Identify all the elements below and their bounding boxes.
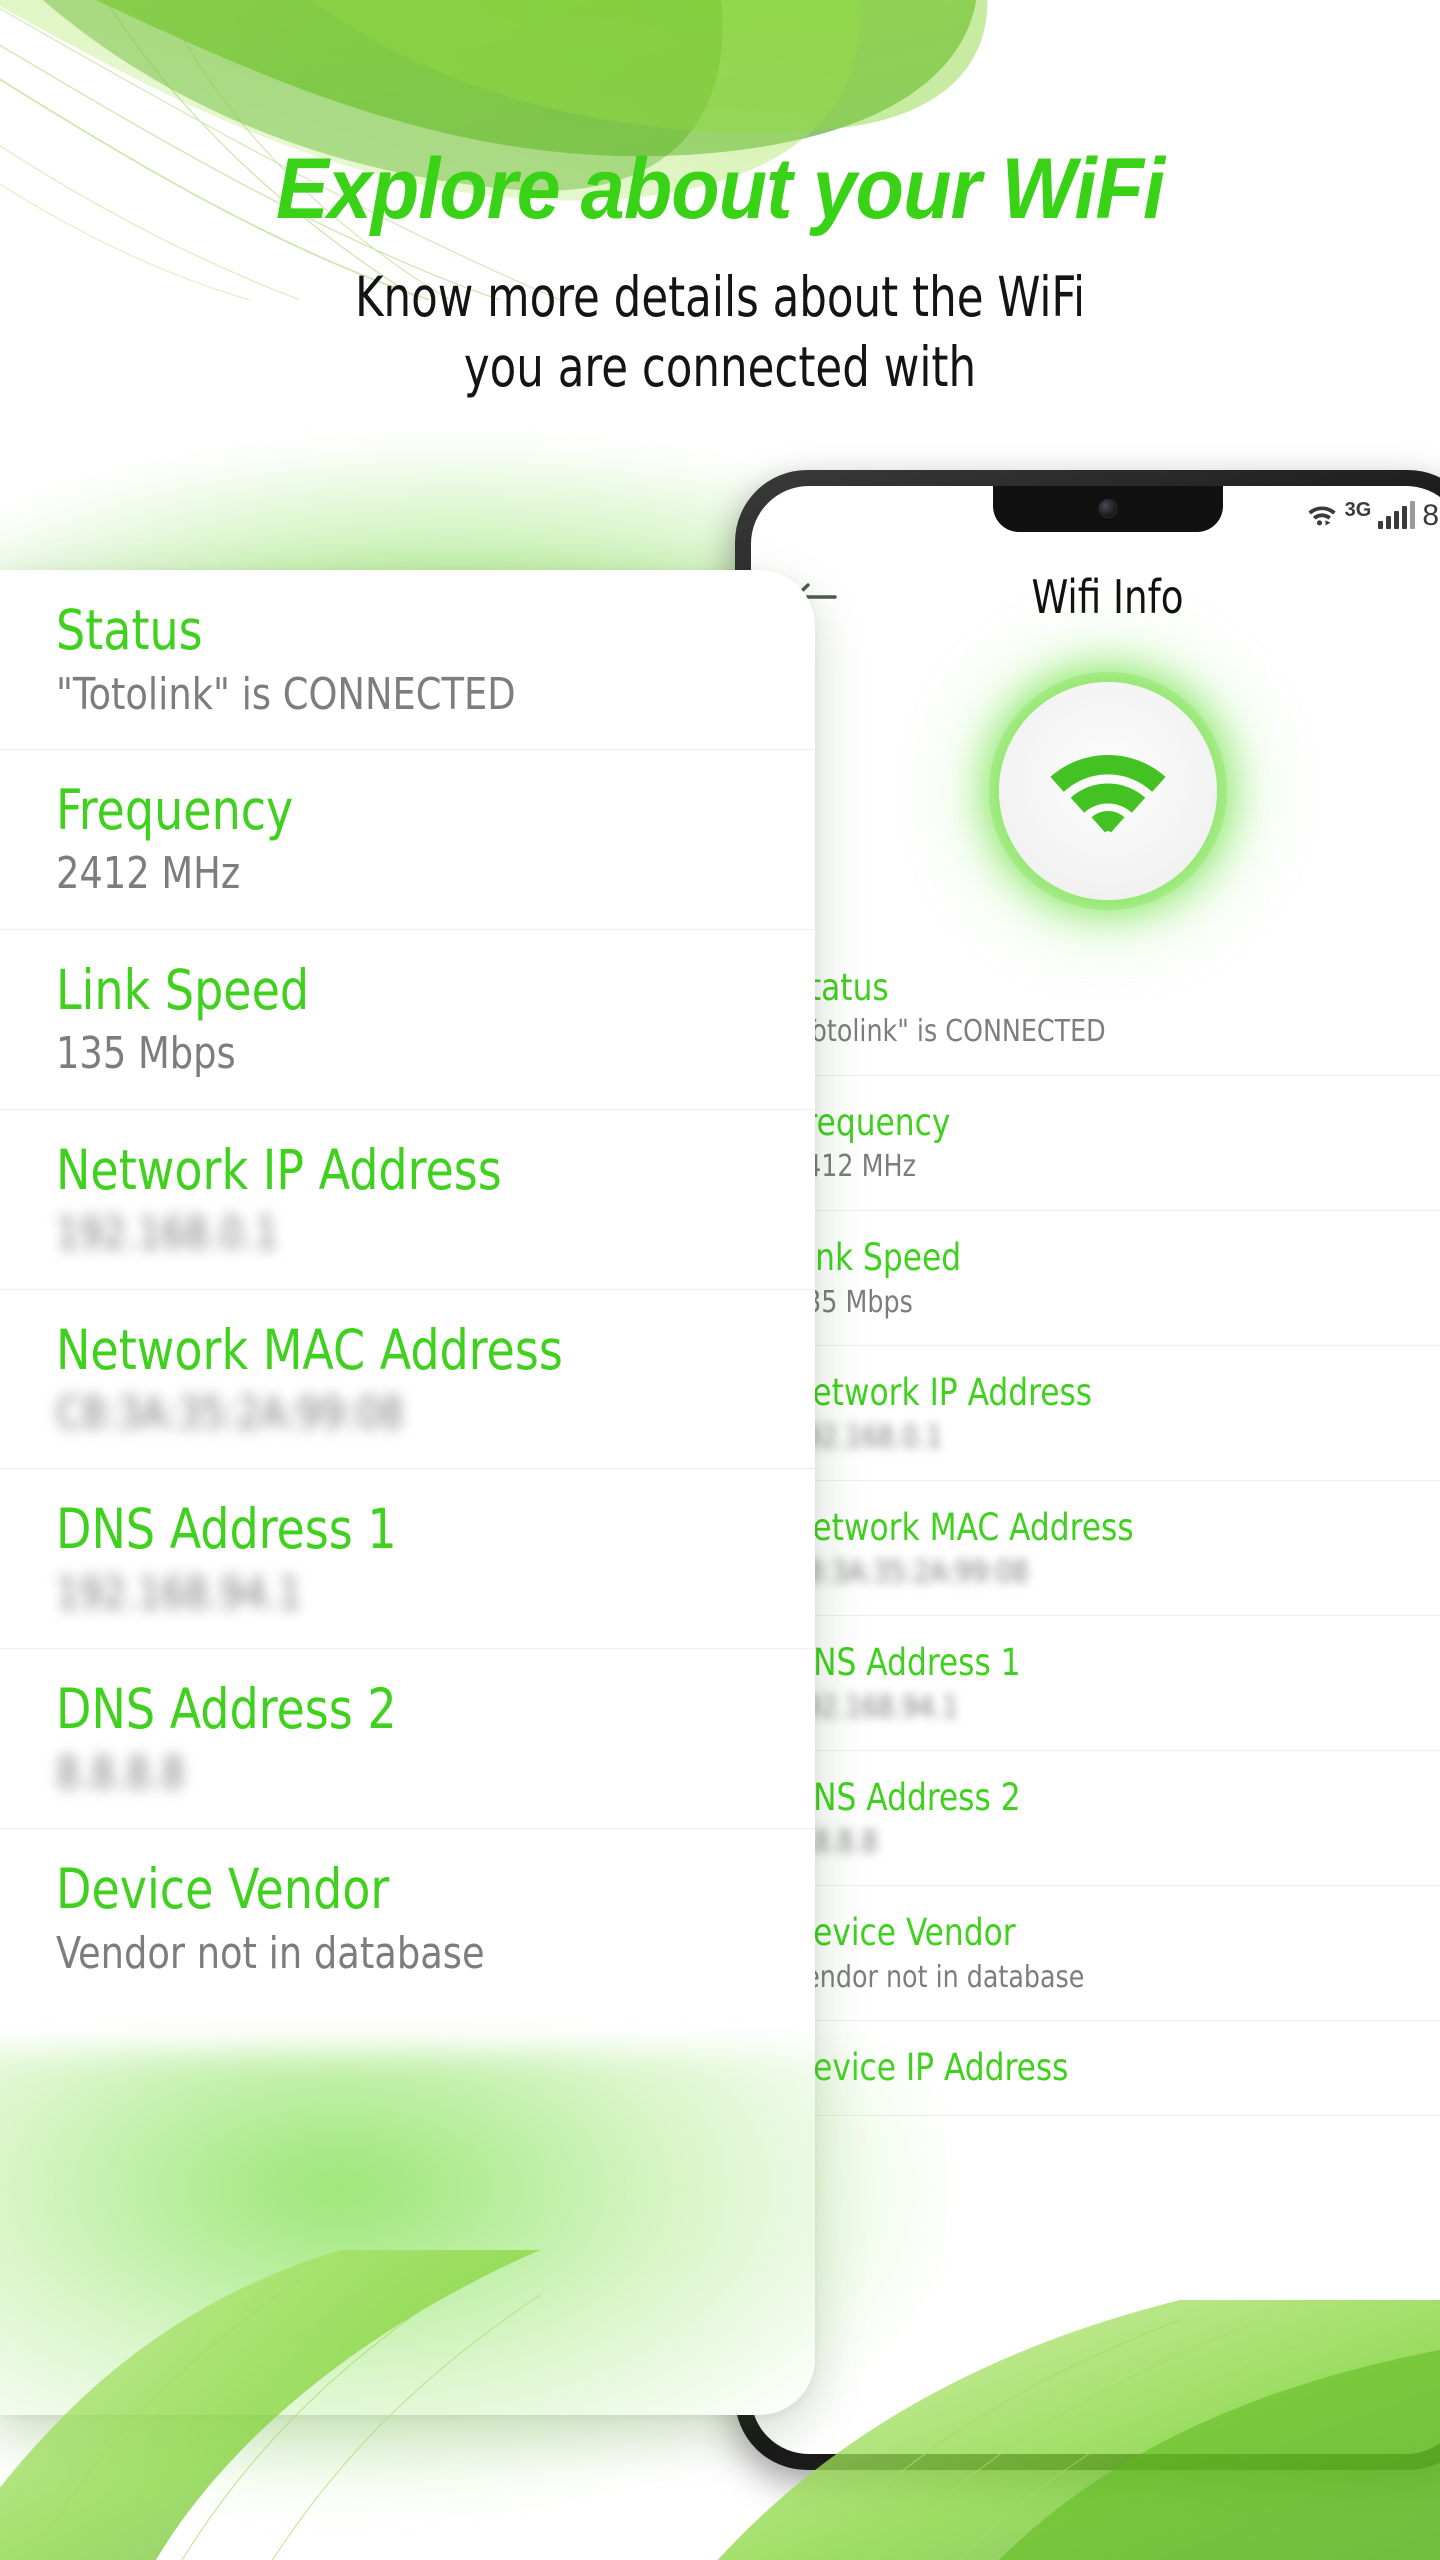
phone-screen: 3G 8 Wifi Info Status "Totolink" is CONN… [751, 486, 1440, 2454]
row-value: 8.8.8.8 [789, 1824, 878, 1860]
list-item[interactable]: Device Vendor Vendor not in database [0, 1829, 815, 2008]
row-label: Status [56, 598, 203, 662]
phone-info-list: Status "Totolink" is CONNECTED Frequency… [751, 941, 1440, 2116]
row-value: 192.168.94.1 [789, 1689, 959, 1725]
list-item[interactable]: Frequency 2412 MHz [751, 1076, 1440, 1212]
list-item[interactable]: Network IP Address 192.168.0.1 [751, 1346, 1440, 1482]
row-label: DNS Address 1 [56, 1497, 397, 1562]
list-item[interactable]: Frequency 2412 MHz [0, 750, 815, 930]
list-item[interactable]: Network IP Address 192.168.0.1 [0, 1110, 815, 1290]
wifi-icon [1306, 501, 1338, 532]
row-value: 135 Mbps [56, 1028, 236, 1080]
list-item[interactable]: Network MAC Address C8:3A:35:2A:99:08 [751, 1481, 1440, 1617]
signal-bars-icon [1378, 501, 1416, 529]
battery-level-label: 8 [1422, 499, 1439, 532]
row-label: Device Vendor [789, 1911, 1016, 1955]
row-label: DNS Address 1 [789, 1641, 1021, 1685]
list-item[interactable]: Device Vendor Vendor not in database [751, 1886, 1440, 2022]
row-label: Device IP Address [789, 2046, 1069, 2090]
row-label: Link Speed [56, 957, 310, 1022]
list-item[interactable]: DNS Address 2 8.8.8.8 [0, 1649, 815, 1830]
row-label: Link Speed [789, 1236, 962, 1280]
list-item[interactable]: Link Speed 135 Mbps [751, 1211, 1440, 1347]
page-subtitle: Know more details about the WiFi you are… [86, 262, 1353, 403]
list-item[interactable]: Status "Totolink" is CONNECTED [0, 570, 815, 750]
row-value: 8.8.8.8 [56, 1747, 185, 1799]
list-item[interactable]: Status "Totolink" is CONNECTED [751, 941, 1440, 1077]
page-headline: Explore about your WiFi [275, 141, 1165, 237]
phone-notch [992, 486, 1223, 532]
front-camera-icon [1098, 499, 1117, 518]
row-value: 192.168.0.1 [789, 1419, 943, 1455]
wifi-badge [998, 682, 1217, 900]
row-value: "Totolink" is CONNECTED [56, 668, 516, 720]
row-label: DNS Address 2 [789, 1776, 1021, 1820]
status-bar: 3G 8 [1306, 496, 1439, 536]
phone-mockup: 3G 8 Wifi Info Status "Totolink" is CONN… [735, 470, 1440, 2470]
list-item[interactable]: Device IP Address [751, 2021, 1440, 2116]
row-label: Network IP Address [56, 1137, 502, 1202]
page-subtitle-line-1: Know more details about the WiFi [354, 265, 1086, 329]
row-value: 2412 MHz [789, 1149, 916, 1185]
row-label: Device Vendor [56, 1857, 390, 1922]
row-value: 192.168.94.1 [56, 1567, 302, 1619]
page-subtitle-line-2: you are connected with [463, 335, 977, 400]
row-value: Vendor not in database [56, 1927, 485, 1979]
wifi-info-card: Status "Totolink" is CONNECTED Frequency… [0, 570, 815, 2415]
row-value: 135 Mbps [789, 1284, 913, 1320]
list-item[interactable]: DNS Address 2 8.8.8.8 [751, 1751, 1440, 1887]
network-type-label: 3G [1344, 499, 1372, 521]
row-label: Status [789, 966, 889, 1009]
row-label: DNS Address 2 [56, 1677, 397, 1742]
row-value: C8:3A:35:2A:99:08 [789, 1554, 1029, 1590]
list-item[interactable]: DNS Address 1 192.168.94.1 [751, 1616, 1440, 1752]
list-item[interactable]: Link Speed 135 Mbps [0, 930, 815, 1110]
row-value: C8:3A:35:2A:99:08 [56, 1388, 404, 1440]
list-item[interactable]: DNS Address 1 192.168.94.1 [0, 1469, 815, 1650]
list-item[interactable]: Network MAC Address C8:3A:35:2A:99:08 [0, 1290, 815, 1470]
row-value: 192.168.0.1 [56, 1208, 279, 1260]
row-label: Frequency [789, 1101, 951, 1145]
row-label: Network MAC Address [56, 1317, 563, 1382]
row-label: Network MAC Address [789, 1506, 1134, 1550]
app-title: Wifi Info [1031, 570, 1184, 624]
row-label: Frequency [56, 777, 294, 842]
app-header: Wifi Info [751, 542, 1440, 652]
row-value: 2412 MHz [56, 848, 241, 900]
row-label: Network IP Address [789, 1371, 1093, 1415]
row-value: Vendor not in database [789, 1959, 1085, 1995]
wifi-icon [1044, 739, 1172, 844]
row-value: "Totolink" is CONNECTED [789, 1014, 1106, 1050]
